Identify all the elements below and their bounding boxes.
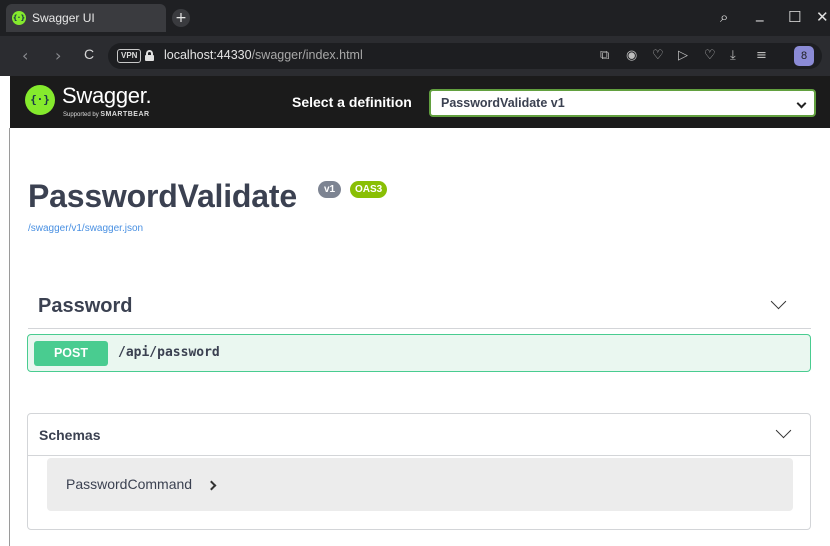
chevron-right-icon[interactable]: [206, 480, 217, 491]
schemas-title[interactable]: Schemas: [39, 427, 100, 443]
schemas-section: Schemas PasswordCommand: [27, 413, 811, 530]
share-icon[interactable]: ⧉: [600, 48, 609, 63]
divider: [28, 455, 810, 456]
oas-badge: OAS3: [350, 181, 388, 198]
shield-icon[interactable]: ♡: [652, 48, 664, 63]
vpn-badge[interactable]: VPN: [117, 49, 142, 63]
browser-tab-strip: {·} Swagger UI + ⌕ _ ☐ ✕: [0, 0, 830, 36]
definition-select-label: Select a definition: [292, 94, 412, 110]
swagger-logo-icon[interactable]: {·}: [25, 85, 55, 115]
maximize-icon[interactable]: ☐: [788, 8, 801, 26]
back-icon[interactable]: ‹: [22, 46, 28, 65]
operation-path: /api/password: [118, 345, 220, 360]
url-text[interactable]: localhost:44330/swagger/index.html: [164, 48, 363, 62]
minimize-icon[interactable]: _: [756, 4, 764, 22]
swagger-favicon-icon: {·}: [12, 11, 26, 25]
definition-select[interactable]: PasswordValidate v1: [429, 89, 816, 117]
method-badge: POST: [34, 341, 108, 366]
address-field[interactable]: VPN localhost:44330/swagger/index.html ⧉…: [108, 43, 822, 69]
chevron-down-icon[interactable]: [775, 422, 792, 439]
definition-select-value: PasswordValidate v1: [441, 96, 565, 110]
new-tab-button[interactable]: +: [172, 9, 190, 27]
api-title: PasswordValidate: [28, 178, 297, 214]
close-window-icon[interactable]: ✕: [816, 8, 829, 26]
chevron-down-icon[interactable]: [770, 293, 787, 310]
operation-post-api-password[interactable]: POST /api/password: [27, 334, 811, 372]
browser-toolbar: ‹ › C VPN localhost:44330/swagger/index.…: [0, 36, 830, 76]
heart-icon[interactable]: ♡: [704, 48, 716, 63]
model-name: PasswordCommand: [66, 476, 193, 492]
browser-tab[interactable]: {·} Swagger UI: [6, 4, 166, 32]
reload-icon[interactable]: C: [84, 46, 94, 62]
search-tabs-icon[interactable]: ⌕: [720, 8, 728, 26]
lock-icon[interactable]: [145, 50, 154, 61]
tab-title: Swagger UI: [32, 11, 95, 25]
version-badge: v1: [318, 181, 342, 198]
camera-icon[interactable]: ◉: [626, 48, 637, 63]
spec-json-link[interactable]: /swagger/v1/swagger.json: [28, 223, 143, 234]
smartbear-tagline: Supported by SMARTBEAR: [63, 111, 150, 118]
profile-icon[interactable]: 8: [794, 46, 814, 66]
model-passwordcommand[interactable]: PasswordCommand: [47, 458, 793, 511]
swagger-topbar: {·} Swagger. Supported by SMARTBEAR Sele…: [10, 76, 830, 128]
menu-icon[interactable]: ≡: [756, 48, 767, 63]
page-left-border: [9, 128, 10, 546]
download-icon[interactable]: ⤓: [730, 48, 736, 63]
chevron-down-icon: [796, 98, 807, 109]
tag-section-password[interactable]: Password: [28, 287, 811, 329]
swagger-logo-text[interactable]: Swagger.: [62, 83, 152, 109]
forward-icon[interactable]: ›: [55, 46, 61, 65]
play-icon[interactable]: ▷: [678, 48, 688, 63]
tag-title: Password: [38, 295, 133, 317]
